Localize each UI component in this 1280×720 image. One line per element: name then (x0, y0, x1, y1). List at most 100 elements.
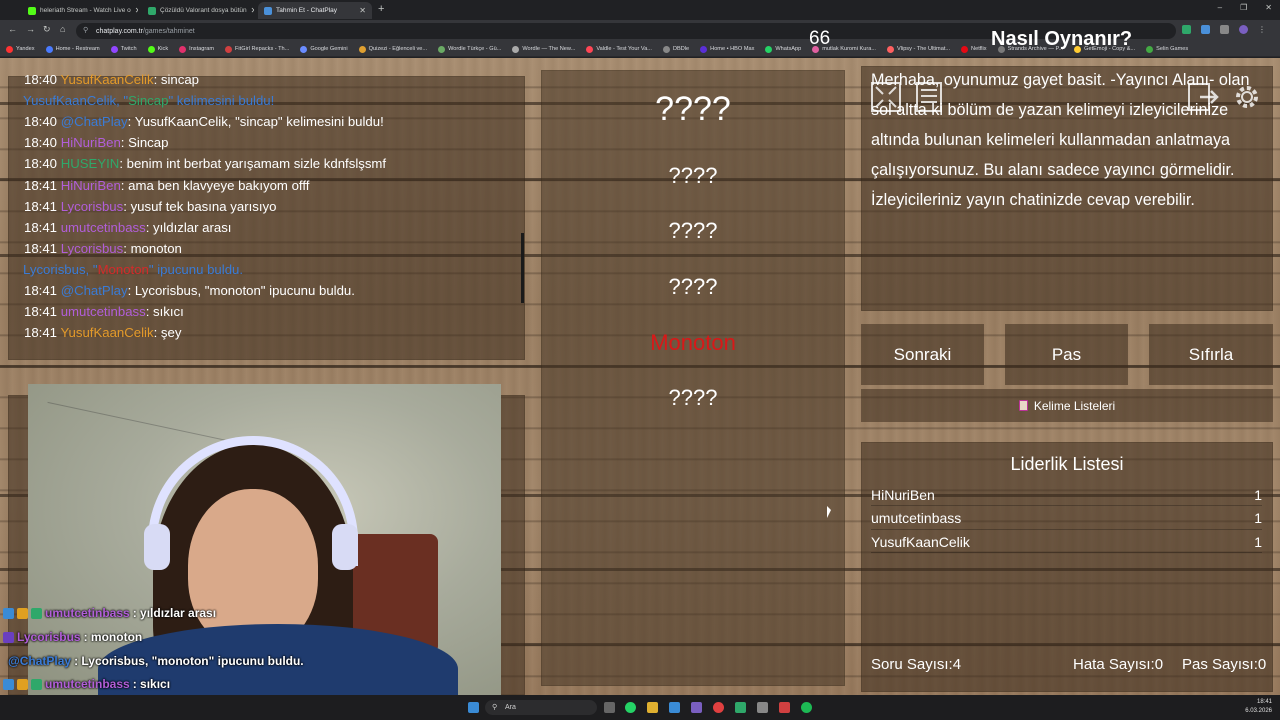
leaderboard-panel (861, 442, 1273, 692)
bookmark-item[interactable]: Kick (147, 45, 168, 53)
close-window-icon[interactable]: ✕ (1265, 3, 1272, 12)
chat-username[interactable]: YusufKaanCelik (60, 325, 153, 340)
back-icon[interactable]: ← (8, 24, 17, 34)
bookmark-item[interactable]: Quizezi - Eğlenceli ve... (358, 45, 427, 53)
chat-separator: : (145, 304, 154, 320)
mail-icon[interactable] (669, 702, 680, 713)
spotify-icon[interactable] (801, 702, 812, 713)
chat-username[interactable]: Lycorisbus (61, 241, 124, 256)
new-tab-button[interactable]: + (378, 3, 384, 15)
overlay-username: umutcetinbass (45, 677, 130, 691)
tab-title: Tahmin Et - ChatPlay (276, 7, 338, 14)
chat-message: 18:41 umutcetinbass: sıkıcı (24, 304, 184, 319)
bookmark-item[interactable]: Valdle - Test Your Va... (586, 45, 652, 53)
extension-icons: ⋮ (1182, 25, 1266, 34)
task-view-icon[interactable] (604, 702, 615, 713)
extension-icon[interactable] (1182, 25, 1191, 34)
overlay-username: @ChatPlay (8, 654, 72, 668)
word-lists-button[interactable]: Kelime Listeleri (861, 389, 1273, 422)
bookmark-label: Instagram (189, 46, 215, 52)
reload-icon[interactable]: ↻ (43, 24, 51, 35)
clock-date: 6.03.2026 (1245, 708, 1272, 714)
bookmark-item[interactable]: Twitch (110, 45, 137, 53)
tab-valorant[interactable]: Çözüldü Valorant dosya bütün ✕ (142, 2, 254, 19)
bookmark-item[interactable]: Wordle — The New... (512, 45, 576, 53)
chat-username[interactable]: HiNuriBen (61, 178, 121, 193)
app-icon[interactable] (779, 702, 790, 713)
leaderboard-name: YusufKaanCelik (871, 533, 970, 550)
maximize-icon[interactable]: ❐ (1240, 3, 1247, 12)
menu-icon[interactable]: ⋮ (1258, 25, 1266, 34)
bookmark-item[interactable]: Home • HBO Max (700, 45, 754, 53)
file-explorer-icon[interactable] (647, 702, 658, 713)
chat-message: 18:40 HiNuriBen: Sincap (24, 135, 168, 150)
overlay-username: umutcetinbass (45, 606, 130, 620)
chat-time: 18:41 (24, 283, 58, 298)
chrome-icon[interactable] (713, 702, 724, 713)
bookmark-item[interactable]: Vlipsy - The Ultimat... (886, 45, 950, 53)
bookmark-item[interactable]: Instagram (179, 45, 215, 53)
chat-time: 18:41 (24, 304, 58, 320)
taskbar-search[interactable]: ⚲ Ara (485, 700, 597, 715)
bookmark-icon (886, 45, 894, 53)
bookmark-item[interactable]: Yandex (6, 45, 35, 53)
bookmark-item[interactable]: Google Gemini (300, 45, 348, 53)
whatsapp-icon[interactable] (625, 702, 636, 713)
chat-username[interactable]: umutcetinbass (61, 220, 146, 235)
leaderboard-score: 1 (1254, 533, 1262, 550)
chat-username[interactable]: umutcetinbass (61, 304, 146, 319)
bookmark-item[interactable]: FitGirl Repacks - Th... (225, 45, 289, 53)
chat-system-message: YusufKaanCelik, "Sincap" kelimesini buld… (23, 93, 274, 108)
close-icon[interactable]: ✕ (359, 6, 366, 15)
chat-separator: : (123, 198, 131, 214)
bookmark-item[interactable]: DBDle (662, 45, 689, 53)
kick-icon (28, 6, 36, 15)
hidden-hint-word: ???? (668, 218, 718, 243)
taskbar-search-label: Ara (505, 704, 516, 711)
overlay-username: Lycorisbus (17, 630, 81, 644)
bookmark-item[interactable]: Selin Games (1146, 45, 1188, 53)
bookmark-item[interactable]: Wordle Türkçe - Gü... (438, 45, 501, 53)
site-icon (148, 6, 156, 15)
bookmark-item[interactable]: WhatsApp (765, 45, 801, 53)
chat-separator: : (153, 325, 161, 341)
chat-username[interactable]: YusufKaanCelik (60, 72, 153, 87)
close-icon[interactable]: ✕ (251, 6, 254, 15)
mouse-cursor (827, 506, 831, 518)
extension-icon[interactable] (1201, 25, 1210, 34)
bookmark-item[interactable]: Home - Restream (45, 45, 100, 53)
start-icon[interactable] (468, 702, 479, 713)
chat-username[interactable]: HUSEYIN (61, 156, 120, 171)
app-icon[interactable] (757, 702, 768, 713)
reset-button[interactable]: Sıfırla (1149, 324, 1273, 385)
close-icon[interactable]: ✕ (135, 6, 138, 15)
extensions-icon[interactable] (1220, 25, 1229, 34)
chat-text: şey (160, 325, 182, 341)
bookmark-label: Wordle — The New... (522, 46, 576, 52)
overlay-text: : yıldızlar arası (132, 606, 217, 620)
pass-button[interactable]: Pas (1005, 324, 1128, 385)
bookmark-item[interactable]: Netflix (961, 45, 987, 53)
overlay-chat-message: Lycorisbus : monoton (3, 629, 523, 645)
chat-username[interactable]: @ChatPlay (61, 114, 128, 129)
bookmark-icon (6, 45, 13, 53)
overlay-chat-message: umutcetinbass : yıldızlar arası (3, 605, 523, 621)
chat-username[interactable]: Lycorisbus (61, 199, 124, 214)
chat-text: yusuf tek basına yarısıyo (130, 198, 277, 214)
site-info-icon[interactable]: ⚲ (83, 26, 88, 34)
home-icon[interactable]: ⌂ (60, 24, 65, 34)
chat-scrollbar[interactable] (521, 233, 524, 303)
app-icon[interactable] (691, 702, 702, 713)
excel-icon[interactable] (735, 702, 746, 713)
forward-icon[interactable]: → (26, 24, 35, 34)
tab-kick-stream[interactable]: heleriath Stream - Watch Live o ✕ (22, 2, 138, 19)
next-button[interactable]: Sonraki (861, 324, 984, 385)
chat-username[interactable]: HiNuriBen (61, 135, 121, 150)
chat-username[interactable]: @ChatPlay (61, 283, 128, 298)
bookmark-icon (961, 45, 969, 53)
profile-avatar[interactable] (1239, 25, 1248, 34)
system-clock[interactable]: 18:41 6.03.2026 (1245, 698, 1272, 716)
tab-chatplay[interactable]: Tahmin Et - ChatPlay ✕ (258, 2, 372, 19)
overlay-chat-message: @ChatPlay : Lycorisbus, "monoton" ipucun… (8, 653, 528, 669)
minimize-icon[interactable]: – (1218, 3, 1222, 12)
